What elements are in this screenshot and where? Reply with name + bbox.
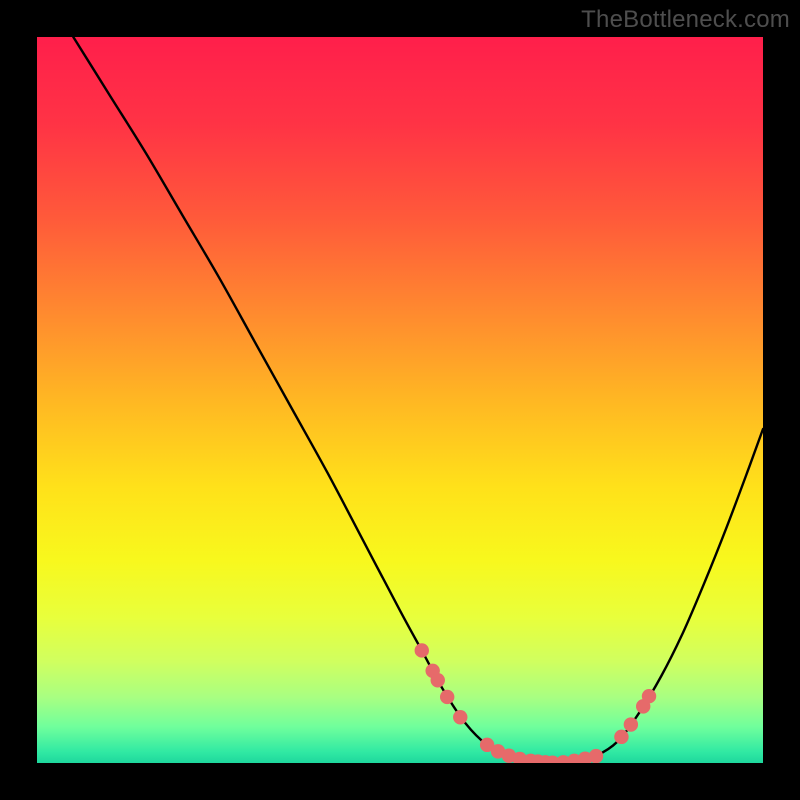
gradient-background <box>37 37 763 763</box>
plot-area <box>37 37 763 763</box>
data-marker <box>589 749 603 763</box>
watermark-text: TheBottleneck.com <box>581 6 790 34</box>
data-marker <box>415 643 429 657</box>
chart-frame: TheBottleneck.com <box>0 0 800 800</box>
data-marker <box>642 689 656 703</box>
data-marker <box>440 690 454 704</box>
data-marker <box>431 673 445 687</box>
data-marker <box>624 717 638 731</box>
data-marker <box>614 730 628 744</box>
bottleneck-chart <box>37 37 763 763</box>
data-marker <box>453 710 467 724</box>
